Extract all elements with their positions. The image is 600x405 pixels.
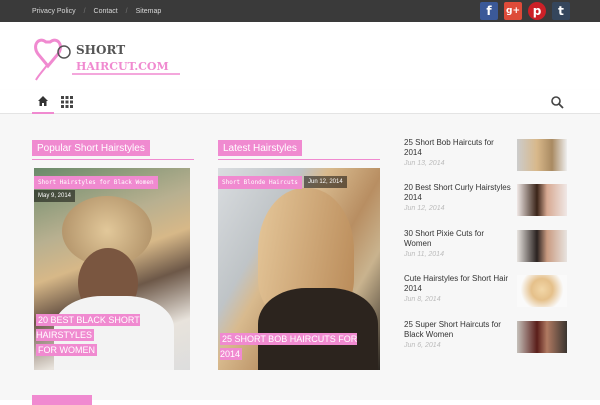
post-title[interactable]: 25 SHORT BOB HAIRCUTS FOR 2014 [220,332,380,362]
list-item-thumbnail[interactable] [517,184,567,216]
post-title-line1: 20 BEST BLACK SHORT HAIRSTYLES [36,314,140,341]
list-item[interactable]: 30 Short Pixie Cuts for Women Jun 11, 20… [404,229,570,273]
post-title-line1: 25 SHORT BOB HAIRCUTS FOR 2014 [220,333,358,360]
separator: / [83,7,86,15]
post-category[interactable]: Short Hairstyles for Black Women [34,176,158,189]
list-item-date: Jun 11, 2014 [404,251,444,258]
separator: / [125,7,128,15]
sitemap-link[interactable]: Sitemap [136,8,162,15]
social-links: f g+ p t [480,2,570,20]
post-title[interactable]: 20 BEST BLACK SHORT HAIRSTYLES FOR WOMEN [36,313,190,358]
list-item[interactable]: 25 Super Short Haircuts for Black Women … [404,320,570,364]
list-item[interactable]: Cute Hairstyles for Short Hair 2014 Jun … [404,274,570,318]
contact-link[interactable]: Contact [94,8,118,15]
nav-home[interactable] [32,90,54,114]
popular-post-card[interactable]: Short Hairstyles for Black Women May 9, … [34,168,190,370]
list-item-title[interactable]: 25 Short Bob Haircuts for 2014 [404,138,512,158]
list-item-thumbnail[interactable] [517,230,567,262]
latest-section-title: Latest Hairstyles [218,140,302,156]
list-item-date: Jun 6, 2014 [404,342,441,349]
list-item[interactable]: 25 Short Bob Haircuts for 2014 Jun 13, 2… [404,138,570,182]
next-section-header [32,395,92,405]
list-item-date: Jun 8, 2014 [404,296,441,303]
list-item-date: Jun 12, 2014 [404,205,445,212]
popular-section-title: Popular Short Hairstyles [32,140,150,156]
top-links: Privacy Policy / Contact / Sitemap [32,0,161,22]
list-item-thumbnail[interactable] [517,275,567,307]
google-plus-icon[interactable]: g+ [504,2,522,20]
list-item-title[interactable]: 20 Best Short Curly Hairstyles 2014 [404,183,512,203]
list-item-date: Jun 13, 2014 [404,160,445,167]
main-nav [0,90,600,114]
list-item-title[interactable]: Cute Hairstyles for Short Hair 2014 [404,274,512,294]
list-item-title[interactable]: 25 Super Short Haircuts for Black Women [404,320,512,340]
latest-post-card[interactable]: Short Blonde Haircuts Jun 12, 2014 25 SH… [218,168,380,370]
search-icon[interactable] [550,95,564,109]
pinterest-icon[interactable]: p [528,2,546,20]
tumblr-icon[interactable]: t [552,2,570,20]
popular-section-header: Popular Short Hairstyles [32,138,194,160]
top-bar: Privacy Policy / Contact / Sitemap f g+ … [0,0,600,22]
site-header: SHORT HAIRCUT.COM [0,22,600,90]
privacy-policy-link[interactable]: Privacy Policy [32,8,76,15]
site-logo[interactable]: SHORT HAIRCUT.COM [32,34,182,82]
facebook-icon[interactable]: f [480,2,498,20]
latest-section-header: Latest Hairstyles [218,138,380,160]
post-category[interactable]: Short Blonde Haircuts [218,176,302,189]
list-item[interactable]: 20 Best Short Curly Hairstyles 2014 Jun … [404,183,570,227]
main-content: Popular Short Hairstyles Latest Hairstyl… [0,114,600,405]
list-item-title[interactable]: 30 Short Pixie Cuts for Women [404,229,512,249]
list-item-thumbnail[interactable] [517,321,567,353]
post-date: Jun 12, 2014 [304,176,347,188]
logo-line2: HAIRCUT.COM [76,60,169,73]
grid-icon[interactable] [60,95,74,109]
list-item-thumbnail[interactable] [517,139,567,171]
post-date: May 9, 2014 [34,190,76,202]
home-icon [38,96,48,106]
logo-line1: SHORT [76,43,125,57]
post-title-line2: FOR WOMEN [36,344,97,356]
